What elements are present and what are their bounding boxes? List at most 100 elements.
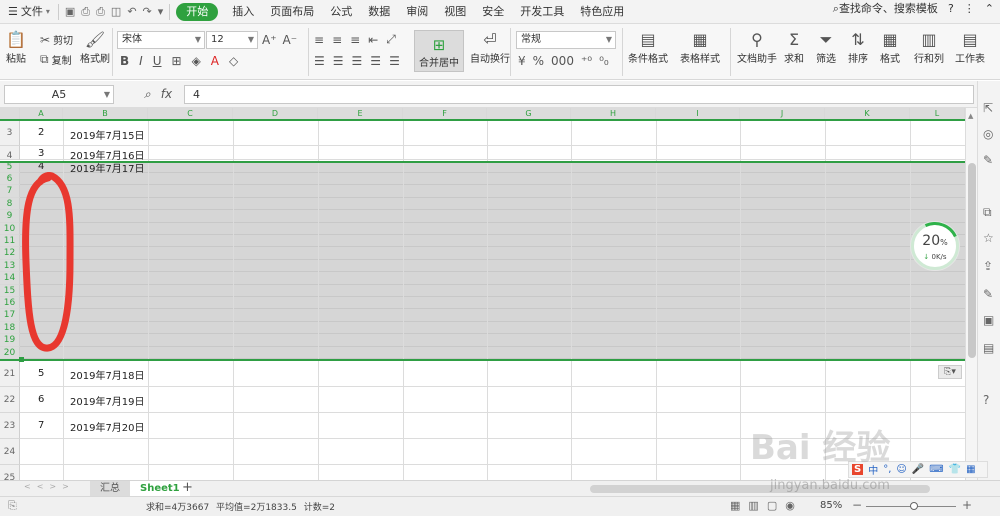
tab-insert[interactable]: 插入	[224, 0, 262, 24]
page-break-view-icon[interactable]: ▢	[767, 499, 777, 512]
paste-options-icon[interactable]: ⎘▾	[938, 365, 962, 379]
cell-a[interactable]: 3	[38, 148, 44, 159]
cell-a[interactable]: 2	[38, 127, 44, 138]
share-icon[interactable]: ⇪	[983, 259, 993, 273]
align-left-icon[interactable]: ☰	[314, 54, 325, 68]
mic-icon[interactable]: 🎤	[912, 464, 924, 475]
spreadsheet-grid[interactable]: A B C D E F G H I J K L 3 2 2019年7月15日 4…	[0, 108, 965, 480]
row-header[interactable]: 13	[0, 259, 20, 273]
decrease-font-icon[interactable]: A⁻	[283, 33, 298, 47]
redo-icon[interactable]: ↷	[143, 5, 152, 18]
shapes-icon[interactable]: ◎	[983, 127, 993, 141]
tab-view[interactable]: 视图	[436, 0, 474, 24]
print-icon[interactable]: ⎙	[96, 5, 105, 19]
tools-icon[interactable]: ✎	[983, 153, 993, 167]
cell-a[interactable]: 7	[38, 420, 44, 431]
ime-toolbar[interactable]: S 中 °, ☺ 🎤 ⌨ 👕 ▦	[848, 461, 988, 478]
font-color-icon[interactable]: A	[211, 54, 219, 68]
cell-b[interactable]: 2019年7月18日	[70, 367, 145, 382]
increase-font-icon[interactable]: A⁺	[262, 33, 277, 47]
row-header[interactable]: 9	[0, 210, 20, 223]
undo-icon[interactable]: ↶	[127, 5, 136, 18]
doc-helper-button[interactable]: ⚲ 文档助手	[737, 30, 777, 65]
row-header[interactable]: 17	[0, 309, 20, 322]
scroll-up-icon[interactable]: ▲	[968, 112, 973, 120]
cut-button[interactable]: ✂ 剪切	[40, 32, 73, 48]
cell-b[interactable]: 2019年7月15日	[70, 127, 145, 142]
reading-view-icon[interactable]: ◉	[785, 499, 795, 512]
tab-page-layout[interactable]: 页面布局	[262, 0, 322, 24]
row-header[interactable]: 6	[0, 173, 20, 186]
orientation-icon[interactable]: ⤢	[386, 32, 396, 47]
clear-icon[interactable]: ◇	[229, 54, 238, 68]
preview-icon[interactable]: ◫	[111, 5, 121, 18]
vertical-scrollbar[interactable]: ▲ ▼	[965, 108, 977, 480]
format-painter-button[interactable]: 🖌 格式刷	[80, 30, 110, 65]
table-style-button[interactable]: ▦ 表格样式	[680, 30, 720, 65]
tab-security[interactable]: 安全	[474, 0, 512, 24]
skin-icon[interactable]: 👕	[949, 464, 961, 475]
conditional-format-button[interactable]: ▤ 条件格式	[628, 30, 668, 65]
sum-button[interactable]: Σ 求和	[784, 30, 804, 65]
row-header[interactable]: 12	[0, 247, 20, 260]
cell-b[interactable]: 2019年7月19日	[70, 393, 145, 408]
row-header[interactable]: 20	[0, 346, 20, 359]
filter-button[interactable]: ⏷ 筛选	[816, 30, 836, 65]
row-header[interactable]: 7	[0, 185, 20, 198]
fill-color-icon[interactable]: ◈	[192, 54, 201, 68]
wrap-text-button[interactable]: ⏎ 自动换行	[470, 30, 510, 65]
italic-icon[interactable]: I	[139, 54, 143, 68]
row-header[interactable]: 25	[0, 465, 20, 480]
edit-icon[interactable]: ✎	[983, 287, 993, 301]
paste-button[interactable]: 📋 粘贴	[6, 30, 26, 65]
format-button[interactable]: ▦ 格式	[880, 30, 900, 65]
cell-a[interactable]: 4	[38, 161, 44, 172]
fx-icon[interactable]: fx	[161, 87, 172, 102]
align-center-icon[interactable]: ☰	[333, 54, 344, 68]
select-icon[interactable]: ⇱	[983, 101, 993, 115]
sheet-nav-icons[interactable]: <<>>	[24, 482, 75, 491]
font-size-select[interactable]: 12 ▼	[206, 31, 258, 49]
border-icon[interactable]: ⊞	[172, 54, 182, 68]
font-name-select[interactable]: 宋体 ▼	[117, 31, 205, 49]
sort-button[interactable]: ⇅ 排序	[848, 30, 868, 65]
scroll-thumb[interactable]	[968, 163, 976, 358]
sheet-tab-sheet1[interactable]: Sheet1	[130, 481, 190, 497]
align-bottom-icon[interactable]: ≡	[350, 33, 360, 47]
merge-center-button[interactable]: ⊞ 合并居中	[414, 30, 464, 72]
zoom-level[interactable]: 85%	[820, 500, 842, 511]
emoji-icon[interactable]: ☺	[896, 464, 906, 475]
keyboard-icon[interactable]: ⌨	[929, 464, 943, 475]
export-icon[interactable]: ⎙	[81, 5, 90, 19]
page-layout-view-icon[interactable]: ▥	[748, 499, 758, 512]
cell-a[interactable]: 6	[38, 394, 44, 405]
row-header[interactable]: 11	[0, 235, 20, 248]
bold-icon[interactable]: B	[120, 54, 129, 68]
add-sheet-icon[interactable]: +	[182, 481, 193, 495]
row-header[interactable]: 4	[0, 146, 20, 161]
rows-cols-button[interactable]: ▥ 行和列	[914, 30, 944, 65]
ime-lang[interactable]: 中	[868, 462, 878, 477]
row-header[interactable]: 5	[0, 161, 20, 173]
row-header[interactable]: 8	[0, 197, 20, 211]
tab-developer[interactable]: 开发工具	[512, 0, 572, 24]
zoom-out-icon[interactable]: −	[852, 498, 862, 512]
zoom-in-icon[interactable]: +	[962, 498, 972, 512]
doc-status-icon[interactable]: ⎘	[8, 499, 17, 513]
row-header[interactable]: 3	[0, 120, 20, 146]
row-header[interactable]: 23	[0, 413, 20, 439]
align-top-icon[interactable]: ≡	[314, 33, 324, 47]
zoom-slider-knob[interactable]	[910, 502, 918, 510]
fill-handle[interactable]	[19, 357, 24, 362]
collapse-ribbon-icon[interactable]: ⌃	[985, 2, 994, 15]
distributed-icon[interactable]: ☰	[389, 54, 400, 68]
align-right-icon[interactable]: ☰	[352, 54, 363, 68]
name-box[interactable]: A5 ▼	[4, 85, 114, 104]
decrease-decimal-icon[interactable]: ⁰₀	[599, 54, 609, 68]
help-side-icon[interactable]: ?	[983, 393, 989, 407]
backup-icon[interactable]: ⧉	[983, 205, 992, 220]
underline-icon[interactable]: U	[153, 54, 162, 68]
row-header[interactable]: 18	[0, 321, 20, 335]
currency-icon[interactable]: ¥	[518, 54, 526, 68]
thousands-icon[interactable]: 000	[551, 54, 574, 68]
